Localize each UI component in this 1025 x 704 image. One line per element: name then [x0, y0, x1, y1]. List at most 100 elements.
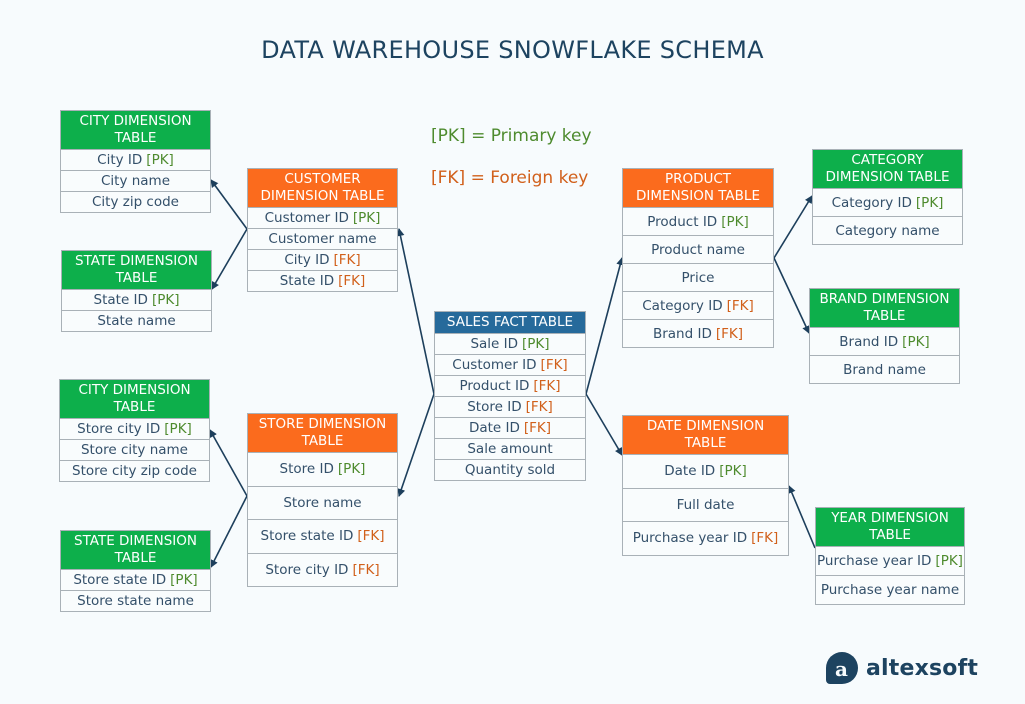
field-name: Store ID: [279, 461, 334, 478]
altexsoft-logo-text: altexsoft: [866, 655, 979, 681]
table-row: Store state ID [PK]: [61, 569, 210, 590]
primary-key-tag: [PK]: [337, 461, 366, 478]
primary-key-tag: [PK]: [146, 152, 174, 168]
field-name: Sale ID: [470, 336, 519, 352]
table-row: Brand ID [PK]: [810, 327, 959, 355]
field-name: Sale amount: [467, 441, 553, 457]
city-dimension-table-customer: CITY DIMENSION TABLE City ID [PK] City name…: [60, 110, 211, 213]
field-name: Category name: [835, 222, 940, 239]
field-name: State ID: [279, 273, 335, 289]
connector-sales-to-customer: [396, 228, 435, 395]
table-header: CITY DIMENSION TABLE: [60, 380, 209, 418]
connector-product-to-brand: [773, 257, 810, 334]
table-row: Store city ID [FK]: [248, 552, 397, 587]
primary-key-tag: [PK]: [170, 572, 198, 588]
field-name: Brand name: [843, 361, 926, 378]
table-row: Store city ID [PK]: [60, 418, 209, 439]
field-name: Date ID: [664, 463, 716, 480]
state-dimension-table-store: STATE DIMENSION TABLE Store state ID [PK] S…: [60, 530, 211, 612]
table-header: PRODUCT DIMENSION TABLE: [623, 169, 773, 207]
table-row: Full date: [623, 487, 788, 522]
foreign-key-tag: [FK]: [525, 399, 553, 415]
field-name: State name: [97, 313, 176, 329]
field-name: Product name: [651, 241, 745, 258]
field-name: Customer ID: [264, 210, 349, 226]
year-dimension-table: YEAR DIMENSION TABLE Purchase year ID [PK]…: [815, 507, 965, 605]
table-header: STORE DIMENSION TABLE: [248, 414, 397, 452]
field-name: Purchase year ID: [817, 553, 932, 569]
field-name: Category ID: [831, 194, 912, 211]
table-header: CITY DIMENSION TABLE: [61, 111, 210, 149]
connector-customer-to-state_customer: [211, 228, 248, 290]
primary-key-tag: [PK]: [902, 333, 930, 350]
connector-sales-to-store: [397, 393, 435, 497]
primary-key-tag: [PK]: [935, 553, 963, 569]
field-name: Product ID: [647, 213, 718, 230]
foreign-key-tag: [FK]: [533, 378, 561, 394]
field-name: Full date: [676, 496, 735, 513]
table-row: Product ID [PK]: [623, 207, 773, 235]
connector-customer-to-city_customer: [210, 179, 248, 230]
field-name: Store city ID: [77, 421, 161, 437]
table-row: Brand name: [810, 355, 959, 383]
primary-key-tag: [PK]: [719, 463, 747, 480]
table-row: Purchase year name: [816, 575, 964, 604]
primary-key-tag: [PK]: [151, 292, 180, 308]
foreign-key-tag: [FK]: [523, 420, 552, 436]
field-name: City ID: [284, 252, 330, 268]
date-dimension-table: DATE DIMENSION TABLE Date ID [PK] Full date…: [622, 415, 789, 556]
table-row: Store state name: [61, 590, 210, 611]
table-header: YEAR DIMENSION TABLE: [816, 508, 964, 546]
table-row: Product ID [FK]: [435, 375, 585, 396]
connector-sales-to-date: [585, 393, 623, 456]
field-name: Store ID: [467, 399, 522, 415]
field-name: State ID: [93, 292, 148, 308]
field-name: Store state ID: [260, 528, 354, 545]
field-name: Customer name: [268, 231, 377, 247]
table-row: Purchase year ID [FK]: [623, 521, 788, 555]
field-name: Store state name: [77, 593, 194, 609]
customer-dimension-table: CUSTOMER DIMENSION TABLE Customer ID [PK] C…: [247, 168, 398, 292]
table-header: SALES FACT TABLE: [435, 312, 585, 333]
connector-sales-to-product: [585, 257, 625, 395]
table-row: Store city name: [60, 439, 209, 460]
table-row: State ID [FK]: [248, 270, 397, 291]
product-dimension-table: PRODUCT DIMENSION TABLE Product ID [PK] Pro…: [622, 168, 774, 348]
table-header: DATE DIMENSION TABLE: [623, 416, 788, 454]
field-name: Store name: [283, 494, 362, 511]
foreign-key-tag: [FK]: [751, 530, 779, 547]
field-name: Purchase year name: [820, 582, 960, 598]
connector-year-to-date: [788, 485, 816, 549]
state-dimension-table-customer: STATE DIMENSION TABLE State ID [PK] State n…: [61, 250, 212, 332]
foreign-key-tag: [FK]: [540, 357, 568, 373]
primary-key-tag: [PK]: [915, 194, 944, 211]
foreign-key-tag: [FK]: [333, 252, 361, 268]
table-header: BRAND DIMENSION TABLE: [810, 289, 959, 327]
primary-key-tag: [PK]: [522, 336, 550, 352]
primary-key-tag: [PK]: [352, 210, 381, 226]
field-name: Product ID: [459, 378, 530, 394]
connector-store-to-city_store: [209, 429, 248, 497]
table-row: Customer name: [248, 228, 397, 249]
table-header: STATE DIMENSION TABLE: [61, 531, 210, 569]
table-row: Category ID [FK]: [623, 291, 773, 319]
connector-store-to-state_store: [210, 495, 248, 568]
field-name: Quantity sold: [464, 462, 556, 478]
table-row: Date ID [PK]: [623, 454, 788, 488]
table-row: State ID [PK]: [62, 289, 211, 310]
table-row: Customer ID [FK]: [435, 354, 585, 375]
field-name: Purchase year ID: [632, 530, 748, 547]
table-row: Category ID [PK]: [813, 188, 962, 216]
field-name: Store city zip code: [72, 463, 197, 479]
table-row: Quantity sold: [435, 459, 585, 480]
table-row: Customer ID [PK]: [248, 207, 397, 228]
sales-fact-table: SALES FACT TABLE Sale ID [PK] Customer ID [F…: [434, 311, 586, 481]
field-name: Brand ID: [652, 325, 712, 342]
field-name: City ID: [97, 152, 143, 168]
primary-key-tag: [PK]: [721, 213, 749, 230]
foreign-key-tag: [FK]: [726, 297, 754, 314]
field-name: Store city ID: [265, 561, 349, 578]
table-row: City ID [PK]: [61, 149, 210, 170]
table-row: City zip code: [61, 191, 210, 212]
table-row: City name: [61, 170, 210, 191]
